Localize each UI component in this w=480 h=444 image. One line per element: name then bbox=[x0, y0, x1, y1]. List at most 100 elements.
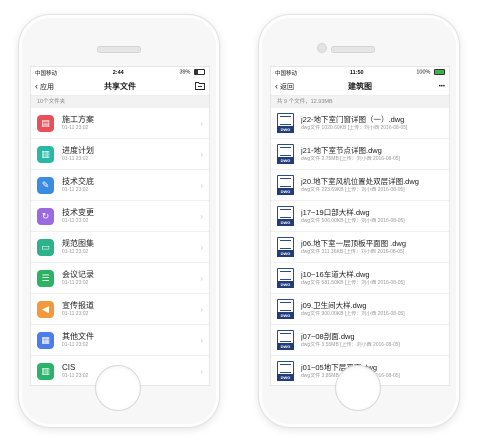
folder-date: 01-11 23:02 bbox=[62, 279, 89, 286]
carrier-label: 中国移动 bbox=[275, 70, 298, 77]
file-meta: dwg文件 311.36KB [上传：刘小西 2016-08-05] bbox=[301, 248, 405, 255]
file-name: j09.卫生间大样.dwg bbox=[301, 300, 367, 310]
file-row[interactable]: DWG j10~16车道大样.dwg dwg文件 581.50KB [上传：刘小西 … bbox=[271, 263, 449, 294]
file-type-badge: DWG bbox=[277, 219, 294, 226]
megaphone-icon: ◀ bbox=[37, 300, 54, 318]
document-icon: ▤ bbox=[37, 114, 54, 132]
folder-row[interactable]: ◀ 宣传报道 01-11 23:02 › bbox=[31, 294, 209, 325]
folder-row[interactable]: ▦ 其他文件 01-11 23:02 › bbox=[31, 325, 209, 356]
dwg-file-icon: DWG bbox=[277, 299, 294, 319]
folder-row[interactable]: ▤ 施工方案 01-11 23:02 › bbox=[31, 108, 209, 139]
chevron-left-icon: ‹ bbox=[35, 81, 38, 91]
file-meta: dwg文件 223.69KB [上传：刘小西 2016-08-05] bbox=[301, 186, 405, 193]
file-meta: dwg文件 900.00KB [上传：刘小西 2016-08-05] bbox=[301, 310, 405, 317]
folder-date: 01-11 23:02 bbox=[62, 155, 89, 162]
home-button[interactable] bbox=[95, 365, 141, 411]
file-name: j07~08剖面.dwg bbox=[301, 331, 355, 341]
folder-name: 技术交底 bbox=[62, 176, 94, 186]
back-label: 返回 bbox=[280, 83, 294, 91]
file-text: j07~08剖面.dwg dwg文件 3.55MB [上传：刘小西 2016-08… bbox=[301, 332, 443, 349]
folder-count: 10个文件夹 bbox=[31, 96, 209, 108]
file-text: j17~19口部大样.dwg dwg文件 506.00KB [上传：刘小西 201… bbox=[301, 208, 443, 225]
dwg-file-icon: DWG bbox=[277, 361, 294, 381]
nav-bar: ‹ 返回 建筑图 ••• bbox=[271, 78, 449, 96]
shared-files-screen: 中国移动 2:44 39% ‹ 应用 共享文件 10个文件夹 ▤ 施工方案 01-1… bbox=[30, 66, 210, 386]
book-icon: ▥ bbox=[37, 362, 54, 380]
folder-list: ▤ 施工方案 01-11 23:02 › ▥ 进度计划 01-11 23:02 › ✎ 技术交底 0… bbox=[31, 108, 209, 385]
folder-text: 规范图集 01-11 23:02 bbox=[62, 239, 200, 256]
folder-date: 01-11 23:02 bbox=[62, 217, 89, 224]
chevron-right-icon: › bbox=[200, 304, 203, 314]
folder-row[interactable]: ✎ 技术交底 01-11 23:02 › bbox=[31, 170, 209, 201]
chevron-left-icon: ‹ bbox=[275, 81, 278, 91]
folder-text: 宣传报道 01-11 23:02 bbox=[62, 301, 200, 318]
file-text: j10~16车道大样.dwg dwg文件 581.50KB [上传：刘小西 201… bbox=[301, 270, 443, 287]
bar-chart-icon: ▥ bbox=[37, 145, 54, 163]
folder-row[interactable]: ▥ 进度计划 01-11 23:02 › bbox=[31, 139, 209, 170]
file-type-badge: DWG bbox=[277, 374, 294, 381]
dwg-file-icon: DWG bbox=[277, 268, 294, 288]
dwg-file-icon: DWG bbox=[277, 144, 294, 164]
home-button[interactable] bbox=[335, 365, 381, 411]
back-button[interactable]: ‹ 应用 bbox=[35, 82, 54, 92]
folder-date: 01-11 23:02 bbox=[62, 248, 89, 255]
file-name: j22-地下室门窗详图（一）.dwg bbox=[301, 114, 405, 124]
status-bar: 中国移动 11:50 100% bbox=[271, 67, 449, 78]
earpiece-speaker bbox=[331, 46, 375, 53]
dwg-file-icon: DWG bbox=[277, 113, 294, 133]
folder-row[interactable]: ☰ 会议记录 01-11 23:02 › bbox=[31, 263, 209, 294]
back-label: 应用 bbox=[40, 83, 54, 91]
folder-icon[interactable] bbox=[195, 81, 205, 92]
file-text: j22-地下室门窗详图（一）.dwg dwg文件 1020.60KB [上传：刘小… bbox=[301, 115, 443, 132]
drawings-screen: 中国移动 11:50 100% ‹ 返回 建筑图 ••• 共 9 个文件，12.… bbox=[270, 66, 450, 386]
file-row[interactable]: DWG j06.地下室一层顶板平面图 .dwg dwg文件 311.36KB [上传… bbox=[271, 232, 449, 263]
file-text: j06.地下室一层顶板平面图 .dwg dwg文件 311.36KB [上传：刘小… bbox=[301, 239, 443, 256]
folder-name: 其他文件 bbox=[62, 331, 94, 341]
folder-text: 会议记录 01-11 23:02 bbox=[62, 270, 200, 287]
folder-date: 01-11 23:02 bbox=[62, 124, 89, 131]
clipboard-icon: ☰ bbox=[37, 269, 54, 287]
folder-row[interactable]: ▭ 规范图集 01-11 23:02 › bbox=[31, 232, 209, 263]
file-name: j06.地下室一层顶板平面图 .dwg bbox=[301, 238, 407, 248]
file-row[interactable]: DWG j07~08剖面.dwg dwg文件 3.55MB [上传：刘小西 2016… bbox=[271, 325, 449, 356]
file-type-badge: DWG bbox=[277, 188, 294, 195]
dwg-file-icon: DWG bbox=[277, 237, 294, 257]
folder-text: 施工方案 01-11 23:02 bbox=[62, 115, 200, 132]
dwg-file-icon: DWG bbox=[277, 206, 294, 226]
chevron-right-icon: › bbox=[200, 149, 203, 159]
file-row[interactable]: DWG j21-地下室节点详图.dwg dwg文件 2.75MB [上传：刘小西 2… bbox=[271, 139, 449, 170]
dwg-file-icon: DWG bbox=[277, 175, 294, 195]
file-meta: dwg文件 506.00KB [上传：刘小西 2016-08-05] bbox=[301, 217, 405, 224]
file-row[interactable]: DWG j22-地下室门窗详图（一）.dwg dwg文件 1020.60KB [上传… bbox=[271, 108, 449, 139]
left-phone-frame: 中国移动 2:44 39% ‹ 应用 共享文件 10个文件夹 ▤ 施工方案 01-1… bbox=[18, 14, 220, 428]
file-name: j10~16车道大样.dwg bbox=[301, 269, 370, 279]
file-row[interactable]: DWG j09.卫生间大样.dwg dwg文件 900.00KB [上传：刘小西 2… bbox=[271, 294, 449, 325]
file-meta: dwg文件 1020.60KB [上传：刘小西 2016-08-05] bbox=[301, 124, 408, 131]
right-phone-frame: 中国移动 11:50 100% ‹ 返回 建筑图 ••• 共 9 个文件，12.… bbox=[258, 14, 460, 428]
more-icon[interactable]: ••• bbox=[439, 84, 445, 90]
nav-bar: ‹ 应用 共享文件 bbox=[31, 78, 209, 96]
chevron-right-icon: › bbox=[200, 118, 203, 128]
battery-indicator: 100% bbox=[416, 69, 445, 76]
file-row[interactable]: DWG j20.地下室风机位置处双层详图.dwg dwg文件 223.69KB [上… bbox=[271, 170, 449, 201]
file-name: j20.地下室风机位置处双层详图.dwg bbox=[301, 176, 419, 186]
back-button[interactable]: ‹ 返回 bbox=[275, 82, 294, 92]
file-row[interactable]: DWG j17~19口部大样.dwg dwg文件 506.00KB [上传：刘小西 … bbox=[271, 201, 449, 232]
clock: 11:50 bbox=[349, 69, 364, 76]
folder-name: 会议记录 bbox=[62, 269, 94, 279]
folder-name: 技术变更 bbox=[62, 207, 94, 217]
folder-date: 01-11 23:02 bbox=[62, 341, 89, 348]
file-text: j09.卫生间大样.dwg dwg文件 900.00KB [上传：刘小西 2016… bbox=[301, 301, 443, 318]
battery-percent: 100% bbox=[416, 69, 431, 76]
folder-date: 01-11 23:02 bbox=[62, 310, 89, 317]
file-meta: dwg文件 3.55MB [上传：刘小西 2016-08-05] bbox=[301, 341, 400, 348]
file-type-badge: DWG bbox=[277, 281, 294, 288]
file-meta: dwg文件 581.50KB [上传：刘小西 2016-08-05] bbox=[301, 279, 405, 286]
folder-icon: ▭ bbox=[37, 238, 54, 256]
file-type-badge: DWG bbox=[277, 126, 294, 133]
folder-row[interactable]: ↻ 技术变更 01-11 23:02 › bbox=[31, 201, 209, 232]
wrench-icon: ✎ bbox=[37, 176, 54, 194]
battery-icon bbox=[433, 69, 445, 76]
file-type-badge: DWG bbox=[277, 343, 294, 350]
files-icon: ▦ bbox=[37, 331, 54, 349]
